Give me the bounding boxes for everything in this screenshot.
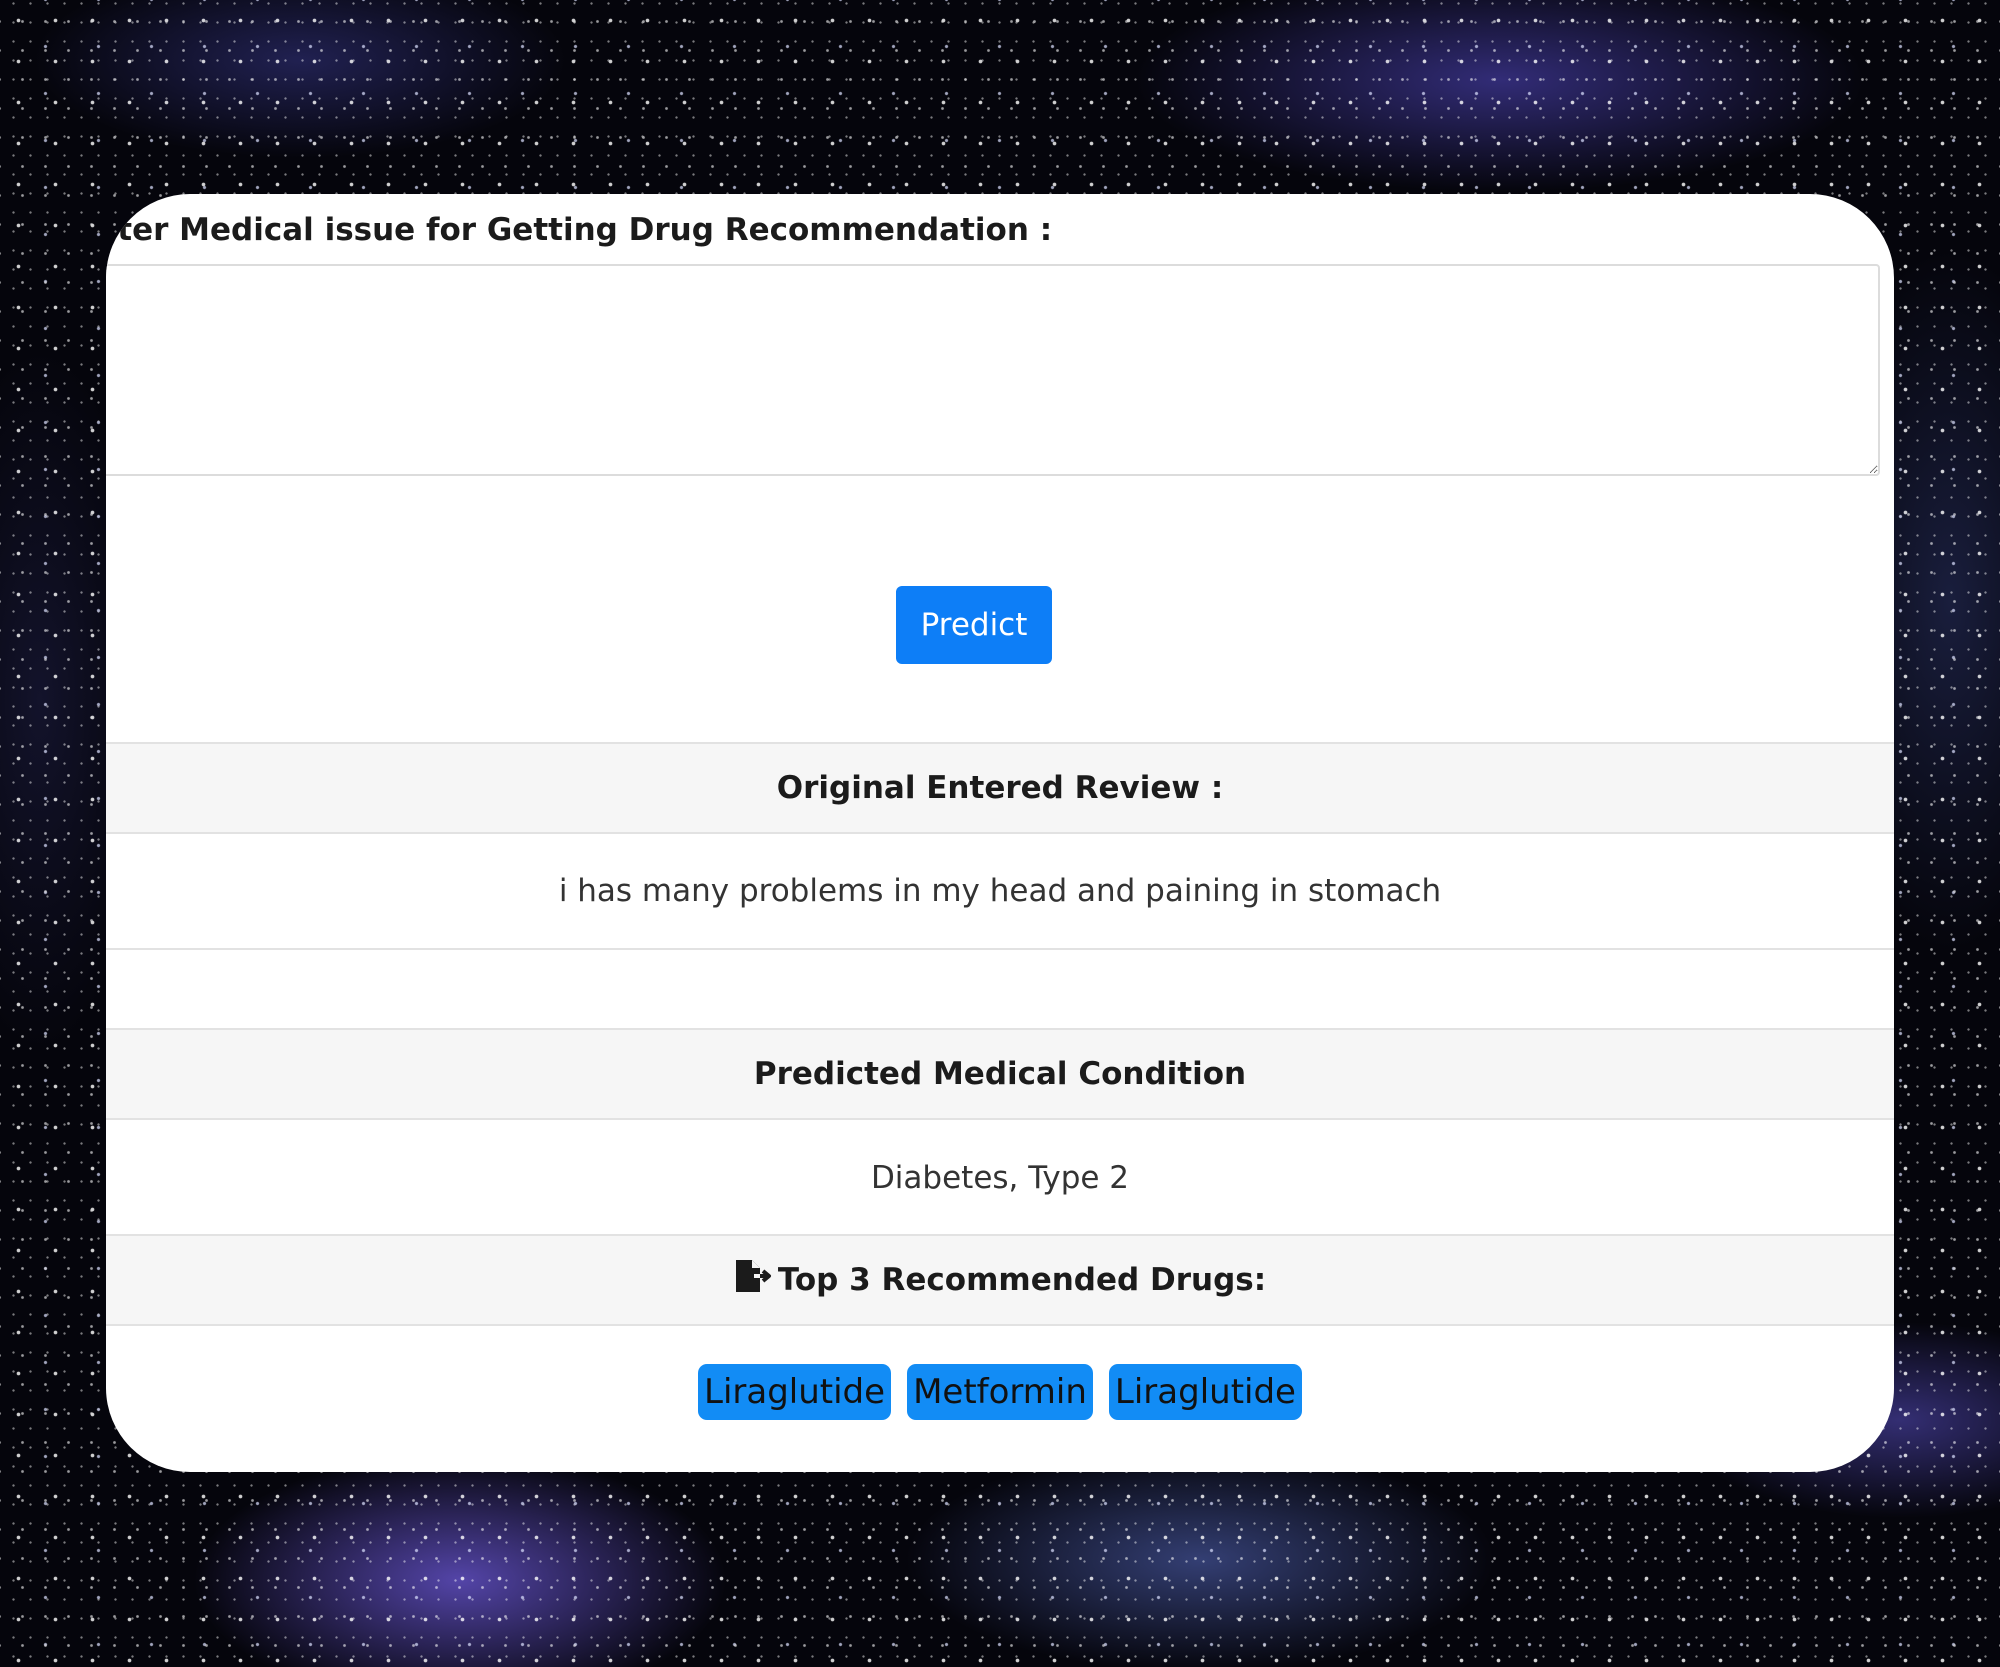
predict-button[interactable]: Predict	[896, 586, 1052, 664]
original-review-header: Original Entered Review :	[106, 742, 1894, 834]
predicted-condition-header: Predicted Medical Condition	[106, 1028, 1894, 1120]
drug-recommendation-card: Enter Medical issue for Getting Drug Rec…	[106, 194, 1894, 1472]
recommended-drugs-header: Top 3 Recommended Drugs:	[106, 1234, 1894, 1326]
drug-badge[interactable]: Metformin	[907, 1364, 1093, 1420]
predicted-condition-header-text: Predicted Medical Condition	[753, 1056, 1247, 1092]
recommended-drugs-header-text: Top 3 Recommended Drugs:	[777, 1262, 1267, 1298]
predicted-condition-body: Diabetes, Type 2	[106, 1120, 1894, 1236]
recommended-drugs-list: Liraglutide Metformin Liraglutide	[106, 1326, 1894, 1458]
drug-badge[interactable]: Liraglutide	[1108, 1364, 1302, 1420]
original-review-header-text: Original Entered Review :	[776, 770, 1224, 806]
medical-issue-label: Enter Medical issue for Getting Drug Rec…	[106, 212, 1053, 248]
original-review-body: i has many problems in my head and paini…	[106, 834, 1894, 950]
predicted-condition-value: Diabetes, Type 2	[870, 1160, 1130, 1196]
original-review-text: i has many problems in my head and paini…	[558, 873, 1442, 909]
file-export-icon	[734, 1258, 774, 1302]
medical-issue-textarea[interactable]	[106, 264, 1880, 476]
drug-badge[interactable]: Liraglutide	[698, 1364, 892, 1420]
